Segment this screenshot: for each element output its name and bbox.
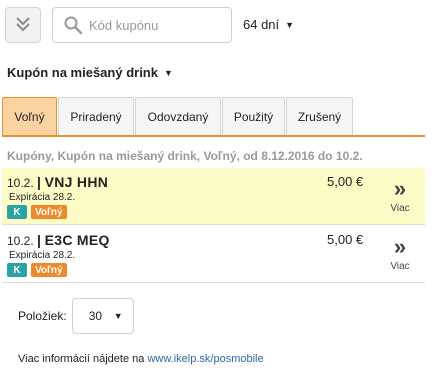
caret-down-icon: ▼ xyxy=(163,67,173,78)
coupon-search[interactable] xyxy=(52,7,232,43)
more-label: Viac xyxy=(390,203,410,214)
coupon-separator: | xyxy=(37,232,42,248)
days-dropdown[interactable]: 64 dní ▼ xyxy=(243,17,294,32)
coupon-type-dropdown[interactable]: Kupón na miešaný drink ▼ xyxy=(7,65,173,80)
coupon-price: 5,00 € xyxy=(327,232,364,247)
caret-down-icon: ▼ xyxy=(285,19,295,30)
coupon-separator: | xyxy=(37,174,42,190)
coupon-expiry: Expirácia 28.2. xyxy=(9,250,76,261)
status-tabs: Voľný Priradený Odovzdaný Použitý Zrušen… xyxy=(2,97,425,137)
coupon-row[interactable]: 10.2. | VNJ HHN Expirácia 28.2. K Voľný … xyxy=(2,168,425,225)
coupon-code: VNJ HHN xyxy=(44,174,109,190)
days-value: 64 dní xyxy=(243,17,280,32)
coupon-price: 5,00 € xyxy=(327,174,364,189)
tab-label: Voľný xyxy=(14,109,45,124)
double-chevron-down-icon xyxy=(13,14,33,37)
double-chevron-right-icon: » xyxy=(393,176,407,201)
status-badge: Voľný xyxy=(31,263,67,277)
tab-zruseny[interactable]: Zrušený xyxy=(286,97,353,135)
coupon-type-label: Kupón na miešaný drink xyxy=(7,65,158,80)
tab-pouzity[interactable]: Použitý xyxy=(222,97,285,135)
tab-prirадeny[interactable]: Priradený xyxy=(58,97,134,135)
page-size-select[interactable]: 30 ▼ xyxy=(71,298,134,334)
page-size-label: Položiek: xyxy=(18,309,67,323)
caret-down-icon: ▼ xyxy=(113,311,123,321)
page-size-value: 30 xyxy=(88,309,103,323)
double-chevron-right-icon: » xyxy=(393,234,407,259)
coupon-date: 10.2. xyxy=(7,234,34,248)
coupon-heading: 10.2. | VNJ HHN xyxy=(7,174,108,190)
status-badge: Voľný xyxy=(31,205,67,219)
coupon-date: 10.2. xyxy=(7,176,34,190)
tab-odovzdany[interactable]: Odovzdaný xyxy=(135,97,221,135)
k-badge: K xyxy=(7,205,27,219)
coupon-row[interactable]: 10.2. | E3C MEQ Expirácia 28.2. K Voľný … xyxy=(2,226,425,283)
tab-label: Odovzdaný xyxy=(147,109,209,124)
coupon-heading: 10.2. | E3C MEQ xyxy=(7,232,110,248)
filter-summary: Kupóny, Kupón na miešaný drink, Voľný, o… xyxy=(7,149,363,163)
more-button[interactable]: » Viac xyxy=(380,232,420,278)
search-icon xyxy=(57,8,89,42)
tab-label: Použitý xyxy=(233,109,274,124)
footer-link[interactable]: www.ikelp.sk/posmobile xyxy=(147,353,263,365)
more-label: Viac xyxy=(390,261,410,272)
tab-label: Zrušený xyxy=(297,109,342,124)
coupon-code: E3C MEQ xyxy=(44,232,110,248)
tab-label: Priradený xyxy=(70,109,122,124)
coupon-expiry: Expirácia 28.2. xyxy=(9,192,76,203)
footer-text: Viac informácií nájdete na xyxy=(18,353,145,365)
tab-volny[interactable]: Voľný xyxy=(2,97,57,135)
footer-info: Viac informácií nájdete na www.ikelp.sk/… xyxy=(18,353,264,365)
more-button[interactable]: » Viac xyxy=(380,174,420,220)
search-input[interactable] xyxy=(89,10,227,40)
collapse-button[interactable] xyxy=(5,7,41,43)
k-badge: K xyxy=(7,263,27,277)
page-size-control: Položiek: 30 ▼ xyxy=(18,298,134,334)
